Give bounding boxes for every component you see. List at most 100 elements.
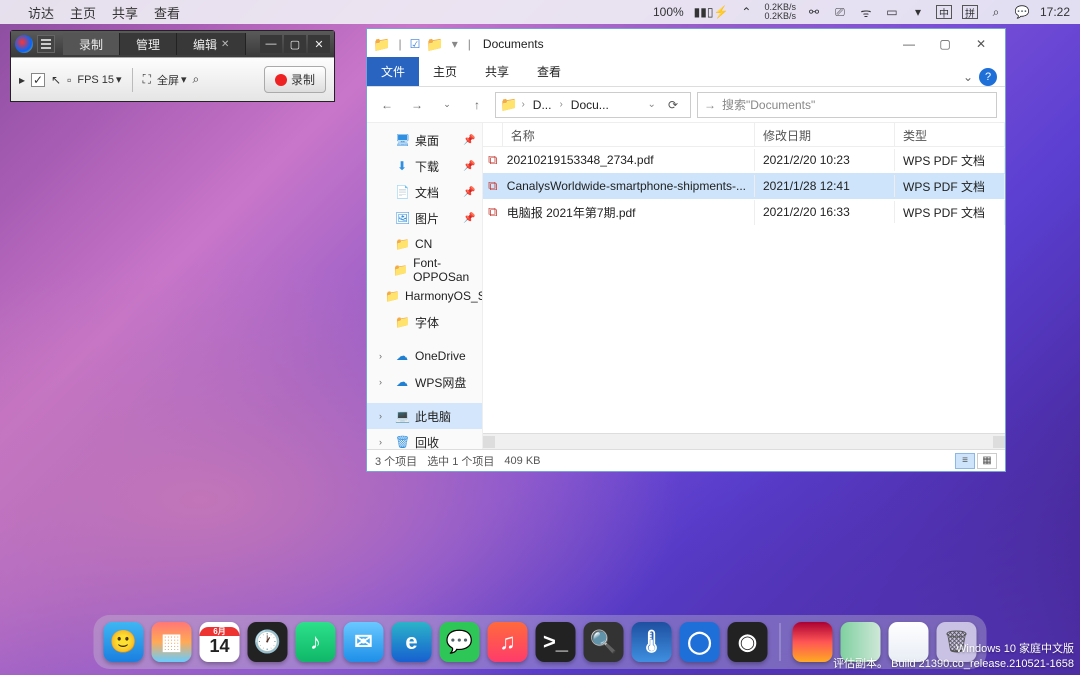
refresh-icon[interactable]: ⟳ [660, 98, 686, 112]
dock-recorder[interactable]: ◉ [728, 622, 768, 662]
selection-icon[interactable]: ▫ [67, 73, 71, 87]
recorder-close[interactable]: ✕ [308, 35, 330, 53]
pointer-icon[interactable]: ▸ [19, 73, 25, 87]
dock-search[interactable]: 🔍 [584, 622, 624, 662]
dock-edge[interactable]: e [392, 622, 432, 662]
sidebar-item-8[interactable]: ›☁OneDrive [367, 343, 482, 369]
search-icon[interactable]: ⌕ [988, 4, 1004, 20]
recorder-region-selector[interactable]: 全屏 ▾ [157, 72, 187, 88]
explorer-close[interactable]: ✕ [963, 30, 999, 58]
folder-icon: 📁 [373, 36, 390, 53]
table-row[interactable]: ⧉CanalysWorldwide-smartphone-shipments-.… [483, 173, 1005, 199]
sidebar-item-7[interactable]: 📁字体 [367, 309, 482, 335]
table-row[interactable]: ⧉20210219153348_2734.pdf2021/2/20 10:23W… [483, 147, 1005, 173]
menu-home[interactable]: 主页 [70, 3, 96, 22]
chevron-down-icon[interactable]: ⌄ [648, 99, 656, 110]
horizontal-scrollbar[interactable] [483, 433, 1005, 449]
sidebar-item-1[interactable]: ⬇下载📌 [367, 153, 482, 179]
qat-properties[interactable]: ☑ [410, 37, 421, 51]
dock-clock[interactable]: 🕐 [248, 622, 288, 662]
tray-chevron[interactable]: ⌃ [738, 4, 754, 20]
sidebar-item-0[interactable]: 🖥桌面📌 [367, 127, 482, 153]
sidebar-icon: ☁ [395, 375, 409, 389]
ime-pin[interactable]: 拼 [962, 5, 978, 19]
breadcrumb-seg1[interactable]: D... [529, 98, 556, 112]
chevron-right-icon[interactable]: › [379, 377, 389, 387]
clock[interactable]: 17:22 [1040, 5, 1070, 19]
menu-finder[interactable]: 访达 [28, 3, 54, 22]
dock-wechat[interactable]: 💬 [440, 622, 480, 662]
recorder-tab-record[interactable]: 录制 [63, 33, 120, 55]
dock-calendar[interactable]: 6月14 [200, 622, 240, 662]
search-input[interactable]: → 搜索"Documents" [697, 92, 997, 118]
record-button[interactable]: 录制 [264, 66, 326, 93]
sidebar-label: 下载 [415, 158, 439, 175]
qat-newfolder[interactable]: 📁 [426, 36, 443, 53]
breadcrumb-seg2[interactable]: Docu... [567, 98, 613, 112]
sidebar-item-2[interactable]: 📄文档📌 [367, 179, 482, 205]
col-name[interactable]: 名称 [503, 123, 755, 146]
help-icon[interactable]: ? [979, 68, 997, 86]
battery-icon[interactable]: ▮▮▯⚡ [694, 5, 729, 19]
sidebar-item-10[interactable]: ›💻此电脑 [367, 403, 482, 429]
wifi-icon[interactable]: ᯤ [858, 4, 874, 20]
cast-icon[interactable]: ⎚ [832, 4, 848, 20]
region-icon[interactable]: ⛶ [143, 72, 151, 87]
display-icon[interactable]: ▭ [884, 4, 900, 20]
chevron-right-icon[interactable]: › [379, 411, 389, 421]
notification-icon[interactable]: 💬 [1014, 4, 1030, 20]
address-bar[interactable]: 📁 › D... › Docu... ⌄ ⟳ [495, 92, 691, 118]
dock-mail[interactable]: ✉ [344, 622, 384, 662]
recorder-maximize[interactable]: ▢ [284, 35, 306, 53]
ribbon-view[interactable]: 查看 [523, 57, 575, 86]
nav-forward[interactable]: → [405, 93, 429, 117]
dock-music2[interactable]: ♫ [488, 622, 528, 662]
dropdown-icon[interactable]: ▾ [910, 4, 926, 20]
close-icon[interactable]: ✕ [221, 39, 229, 50]
sidebar-item-11[interactable]: ›🗑回收 [367, 429, 482, 449]
file-name: CanalysWorldwide-smartphone-shipments-..… [503, 175, 755, 197]
recorder-tab-manage[interactable]: 管理 [120, 33, 177, 55]
view-icons[interactable]: ▦ [977, 453, 997, 469]
view-details[interactable]: ≡ [955, 453, 975, 469]
explorer-maximize[interactable]: ▢ [927, 30, 963, 58]
dock-cortana[interactable]: ◯ [680, 622, 720, 662]
ribbon-file[interactable]: 文件 [367, 57, 419, 86]
sidebar-item-6[interactable]: 📁HarmonyOS_Sa [367, 283, 482, 309]
nav-up[interactable]: ↑ [465, 93, 489, 117]
table-row[interactable]: ⧉电脑报 2021年第7期.pdf2021/2/20 16:33WPS PDF … [483, 199, 1005, 225]
col-type[interactable]: 类型 [895, 123, 1005, 146]
dock-app-thumb1[interactable] [793, 622, 833, 662]
magnify-icon[interactable]: ⌕ [193, 72, 200, 87]
ribbon-home[interactable]: 主页 [419, 57, 471, 86]
dock-finder[interactable]: 🙂 [104, 622, 144, 662]
nav-recent[interactable]: ⌄ [435, 93, 459, 117]
ribbon-share[interactable]: 共享 [471, 57, 523, 86]
sidebar-item-4[interactable]: 📁CN [367, 231, 482, 257]
dock-terminal[interactable]: >_ [536, 622, 576, 662]
explorer-minimize[interactable]: — [891, 30, 927, 58]
dock-launchpad[interactable]: ▦ [152, 622, 192, 662]
chevron-right-icon[interactable]: › [379, 437, 389, 447]
separator [132, 68, 133, 92]
recorder-fps-selector[interactable]: FPS 15 ▾ [77, 73, 121, 86]
sidebar-item-9[interactable]: ›☁WPS网盘 [367, 369, 482, 395]
dock-qqmusic[interactable]: ♪ [296, 622, 336, 662]
recorder-minimize[interactable]: — [260, 35, 282, 53]
sidebar-item-3[interactable]: 🖼图片📌 [367, 205, 482, 231]
ribbon-collapse-icon[interactable]: ⌄ [963, 70, 973, 84]
cursor-icon[interactable]: ↖ [51, 73, 61, 87]
recorder-menu-button[interactable] [37, 35, 55, 53]
chevron-right-icon[interactable]: › [379, 351, 389, 361]
bluetooth-icon[interactable]: ⚯ [806, 4, 822, 20]
ime-zhong[interactable]: 中 [936, 5, 952, 19]
nav-back[interactable]: ← [375, 93, 399, 117]
recorder-tab-edit[interactable]: 编辑✕ [177, 33, 246, 55]
menu-view[interactable]: 查看 [154, 3, 180, 22]
recorder-checkbox[interactable]: ✓ [31, 73, 45, 87]
sidebar-item-5[interactable]: 📁Font-OPPOSan [367, 257, 482, 283]
col-date[interactable]: 修改日期 [755, 123, 895, 146]
sidebar-icon: ⬇ [395, 159, 409, 173]
menu-share[interactable]: 共享 [112, 3, 138, 22]
dock-weather[interactable]: 🌡 [632, 622, 672, 662]
